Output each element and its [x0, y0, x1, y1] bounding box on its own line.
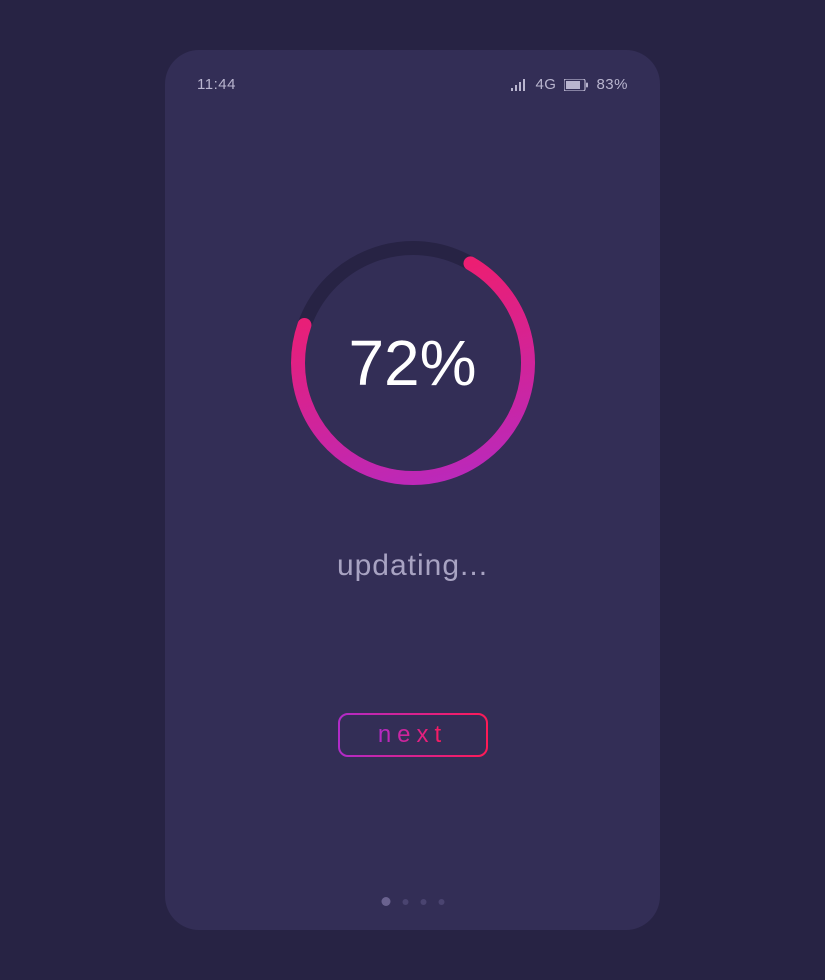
page-dot[interactable] — [402, 899, 408, 905]
network-label: 4G — [535, 76, 556, 93]
progress-ring: 72% — [283, 233, 543, 493]
status-text: updating... — [337, 549, 488, 583]
next-button-label: next — [378, 721, 447, 749]
page-dot[interactable] — [381, 897, 390, 906]
phone-frame: 11:44 4G 83% — [165, 50, 660, 930]
next-button[interactable]: next — [338, 713, 488, 757]
battery-icon — [564, 79, 588, 91]
status-right: 4G 83% — [511, 76, 628, 93]
progress-percent-label: 72% — [348, 326, 476, 400]
page-indicator — [381, 897, 444, 906]
page-dot[interactable] — [438, 899, 444, 905]
page-dot[interactable] — [420, 899, 426, 905]
battery-percent: 83% — [596, 76, 628, 93]
main-content: 72% updating... next — [197, 93, 628, 906]
status-time: 11:44 — [197, 76, 236, 93]
status-bar: 11:44 4G 83% — [197, 76, 628, 93]
signal-icon — [511, 79, 527, 91]
